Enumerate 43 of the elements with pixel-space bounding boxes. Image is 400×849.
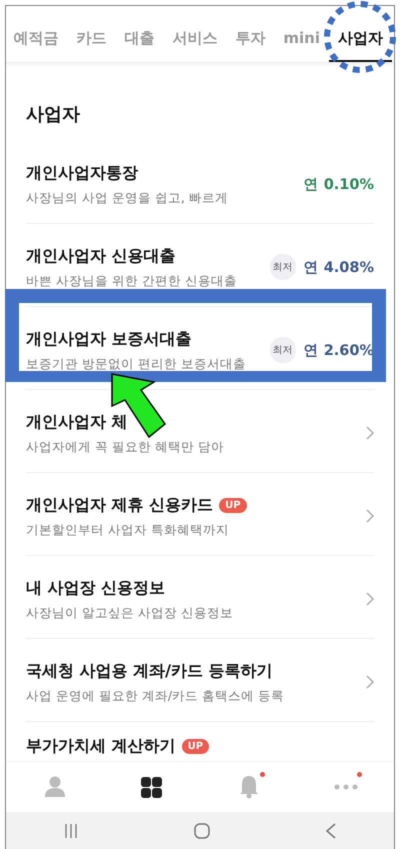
product-description: 사업 운영에 필요한 계좌/카드 홈택스에 등록 bbox=[26, 688, 286, 705]
chevron-right-icon bbox=[366, 426, 374, 440]
product-description: 보증기관 방문없이 편리한 보증서대출 bbox=[26, 356, 247, 373]
product-description: 사업자에게 꼭 필요한 혜택만 담아 bbox=[26, 439, 225, 456]
product-title: 국세청 사업용 계좌/카드 등록하기 bbox=[26, 661, 273, 682]
person-icon bbox=[44, 776, 64, 798]
product-row[interactable]: 국세청 사업용 계좌/카드 등록하기 사업 운영에 필요한 계좌/카드 홈택스에 등록 bbox=[26, 639, 374, 722]
product-title: 개인사업자 제휴 신용카드 bbox=[26, 495, 214, 516]
chevron-right-icon bbox=[366, 592, 374, 606]
product-description: 기본할인부터 사업자 특화혜택까지 bbox=[26, 522, 230, 539]
chevron-right-icon bbox=[366, 675, 374, 689]
interest-rate: 연 2.60% bbox=[304, 342, 374, 360]
product-row[interactable]: 내 사업장 신용정보 사장님이 알고싶은 사업장 신용정보 bbox=[26, 556, 374, 639]
grid-icon bbox=[141, 776, 162, 798]
lowest-tag: 최저 bbox=[270, 337, 296, 363]
product-title: 내 사업장 신용정보 bbox=[26, 578, 166, 599]
interest-rate: 연 4.08% bbox=[304, 258, 374, 276]
recents-icon[interactable] bbox=[64, 824, 78, 838]
product-row[interactable]: 부가가치세 계산하기 UP bbox=[26, 722, 374, 759]
product-description: 바쁜 사장님을 위한 간편한 신용대출 bbox=[26, 273, 238, 290]
product-description: 사장님의 사업 운영을 쉽고, 빠르게 bbox=[26, 190, 229, 207]
arrow-annotation bbox=[110, 372, 168, 440]
bell-icon bbox=[240, 775, 258, 799]
section-title: 사업자 bbox=[25, 103, 81, 127]
notification-dot bbox=[356, 772, 362, 777]
product-row[interactable]: 개인사업자통장 사장님의 사업 운영을 쉽고, 빠르게 연 0.10% bbox=[26, 141, 374, 224]
notification-dot bbox=[260, 772, 264, 777]
chevron-right-icon bbox=[366, 509, 374, 523]
product-title: 개인사업자 신용대출 bbox=[26, 246, 176, 267]
back-icon[interactable] bbox=[326, 822, 336, 838]
product-description: 사장님이 알고싶은 사업장 신용정보 bbox=[26, 605, 234, 622]
lowest-tag: 최저 bbox=[270, 254, 296, 280]
up-badge: UP bbox=[182, 739, 210, 754]
product-row[interactable]: 개인사업자 신용대출 바쁜 사장님을 위한 간편한 신용대출 최저 연 4.08% bbox=[26, 224, 374, 307]
interest-rate: 연 0.10% bbox=[304, 176, 374, 194]
more-icon bbox=[334, 784, 358, 790]
product-title: 개인사업자 체 bbox=[26, 412, 128, 433]
up-badge: UP bbox=[219, 498, 247, 513]
product-row[interactable]: 개인사업자 제휴 신용카드 UP 기본할인부터 사업자 특화혜택까지 bbox=[26, 473, 374, 556]
product-title: 개인사업자 보증서대출 bbox=[26, 329, 192, 350]
product-title: 부가가치세 계산하기 bbox=[26, 736, 176, 757]
home-icon[interactable] bbox=[194, 822, 210, 838]
product-title: 개인사업자통장 bbox=[26, 163, 138, 184]
